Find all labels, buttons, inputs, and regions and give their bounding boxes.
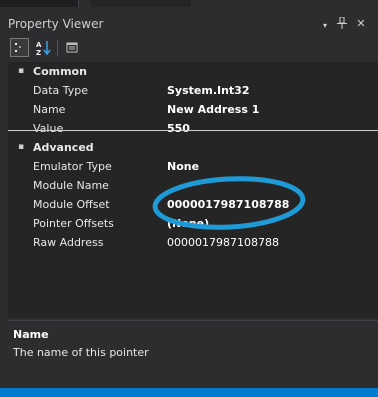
panel-left-margin [0, 36, 8, 388]
property-value[interactable]: 0000017987108788 [167, 233, 279, 252]
alphabetical-icon: A Z [36, 41, 51, 57]
property-toolbar: A Z [0, 36, 378, 60]
property-row-name[interactable]: Name New Address 1 [8, 100, 378, 119]
property-name: Module Offset [33, 198, 110, 211]
property-value[interactable]: New Address 1 [167, 100, 259, 119]
alphabetical-button[interactable]: A Z [34, 38, 53, 57]
description-text: The name of this pointer [13, 346, 149, 359]
close-icon[interactable]: ✕ [354, 17, 368, 31]
window-menu-icon[interactable]: ▾ [318, 19, 332, 33]
property-row-value[interactable]: Value 550 [8, 119, 378, 138]
selected-row-divider [8, 130, 378, 131]
highlight-ellipse [152, 176, 306, 230]
toolbar-separator [57, 40, 58, 56]
property-pages-button[interactable] [63, 38, 82, 57]
property-name: Pointer Offsets [33, 217, 114, 230]
description-title: Name [13, 328, 49, 341]
status-bar [0, 388, 378, 397]
document-tab[interactable] [0, 0, 79, 7]
property-name: Emulator Type [33, 160, 112, 173]
category-label: Common [33, 65, 87, 78]
property-row-raw-address[interactable]: Raw Address 0000017987108788 [8, 233, 378, 252]
property-value[interactable]: 550 [167, 119, 190, 138]
svg-text:A: A [36, 41, 42, 49]
property-name: Data Type [33, 84, 89, 97]
categorized-icon [15, 43, 21, 52]
property-value[interactable]: System.Int32 [167, 81, 250, 100]
pin-icon[interactable] [335, 16, 349, 33]
property-name: Raw Address [33, 236, 104, 249]
top-tab-strip [0, 0, 378, 13]
description-panel: Name The name of this pointer [8, 320, 378, 382]
property-name: Value [33, 122, 64, 135]
collapse-icon[interactable]: ▪ [18, 138, 24, 157]
category-row-advanced[interactable]: ▪ Advanced [8, 138, 378, 157]
collapse-icon[interactable]: ▪ [18, 62, 24, 81]
property-pages-icon [66, 42, 78, 53]
property-row-data-type[interactable]: Data Type System.Int32 [8, 81, 378, 100]
categorized-button[interactable] [10, 38, 29, 57]
property-name: Name [33, 103, 66, 116]
property-name: Module Name [33, 179, 109, 192]
panel-title: Property Viewer [8, 17, 104, 31]
category-label: Advanced [33, 141, 94, 154]
document-tab[interactable] [91, 0, 191, 7]
category-row-common[interactable]: ▪ Common [8, 62, 378, 81]
svg-text:Z: Z [36, 49, 41, 57]
property-viewer-titlebar: Property Viewer ▾ ✕ [0, 13, 378, 36]
